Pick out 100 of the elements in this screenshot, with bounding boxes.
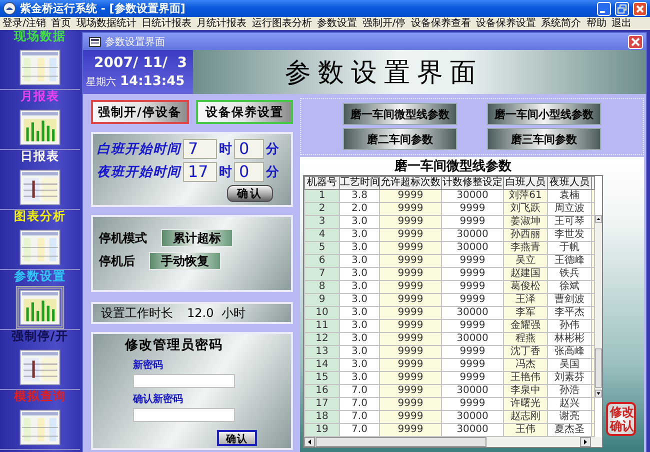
command-button[interactable]: 强制开/停设备 [91, 100, 188, 124]
restore-button[interactable] [615, 2, 629, 16]
table-cell: 9999 [442, 358, 504, 372]
column-header[interactable]: 允许超标次数 [380, 176, 442, 190]
command-button[interactable]: 设备保养设置 [196, 100, 293, 124]
save-button[interactable]: 修改确认 [606, 402, 636, 436]
menu-item[interactable]: 设备保养查看 [408, 17, 474, 30]
table-cell: 9999 [380, 228, 442, 242]
workshop-button[interactable]: 磨二车间参数 [343, 128, 457, 150]
menu-item[interactable]: 参数设置 [314, 17, 360, 30]
table-cell: 30000 [442, 190, 504, 202]
minute-field[interactable]: 0 [234, 139, 264, 159]
password-field[interactable] [133, 374, 235, 388]
menu-item[interactable]: 现场数据统计 [74, 17, 139, 30]
table-cell: 9999 [380, 372, 442, 384]
table-cell: 李军 [504, 306, 548, 320]
sidebar-label[interactable]: 现场数据 [14, 30, 66, 43]
sidebar-label[interactable]: 图表分析 [14, 210, 66, 223]
table-cell: 赵志刚 [504, 410, 548, 424]
table-cell: 9999 [380, 320, 442, 332]
mode-selector[interactable]: 累计超标 [161, 229, 233, 247]
date-text: 2007/ 11/ 3 [93, 54, 188, 72]
table-cell: 5 [304, 242, 340, 254]
page-title: 参数设置界面 [285, 56, 483, 90]
table-cell: 王伟 [504, 424, 548, 436]
confirm-button[interactable]: 确认 [217, 430, 257, 446]
time-text: 14:13:45 [120, 74, 185, 88]
sidebar-label[interactable]: 日报表 [20, 150, 60, 163]
column-header[interactable]: 夜班人员 [548, 176, 592, 190]
column-header[interactable]: 工艺时间 [340, 176, 380, 190]
column-header[interactable]: 机器号 [304, 176, 340, 190]
table-cell: 刘萍61 [504, 190, 548, 202]
menu-item[interactable]: 日统计报表 [138, 17, 194, 30]
table-cell: 9999 [380, 384, 442, 398]
password-field[interactable] [133, 408, 235, 422]
hour-field[interactable]: 7 [183, 139, 217, 159]
table-cell: 17 [304, 398, 340, 410]
table-cell: 12 [304, 332, 340, 346]
table-cell: 10 [304, 306, 340, 320]
table-cell: 沈丁香 [504, 346, 548, 358]
sidebar-label[interactable]: 参数设置 [14, 270, 66, 283]
window-icon [89, 36, 101, 46]
table-cell: 吴立 [504, 254, 548, 268]
table-cell: 30000 [442, 332, 504, 346]
field-label: 白班开始时间 [97, 141, 181, 158]
table-cell: 冯杰 [504, 358, 548, 372]
menu-item[interactable]: 强制开/停 [360, 17, 408, 30]
unit-label: 时 [219, 141, 232, 158]
table-cell: 16 [304, 384, 340, 398]
table-cell: 9999 [380, 202, 442, 216]
column-header[interactable]: 计数修整设定 [442, 176, 504, 190]
table-cell: 9999 [380, 254, 442, 268]
table-cell: 9999 [442, 294, 504, 306]
menu-item[interactable]: 设备保养设置 [473, 17, 539, 30]
table-cell: 15 [304, 372, 340, 384]
field-label: 设置工作时长 [101, 304, 173, 322]
menu-item[interactable]: 月统计报表 [194, 17, 250, 30]
table-cell: 3 [304, 216, 340, 228]
unit-label: 分 [266, 164, 279, 181]
window-title: 紫金桥运行系统 - [参数设置界面] [20, 1, 186, 16]
minimize-button[interactable] [597, 2, 611, 16]
menu-item[interactable]: 帮助 [584, 17, 609, 30]
field-label: 确认新密码 [133, 392, 184, 406]
table-cell: 9999 [442, 372, 504, 384]
close-button[interactable] [633, 2, 647, 16]
menu-item[interactable]: 首页 [48, 17, 74, 30]
table-cell: 1 [304, 190, 340, 202]
table-cell: 李泉中 [504, 384, 548, 398]
weekday-text: 星期六 [86, 76, 116, 90]
menu-item[interactable]: 运行图表分析 [249, 17, 314, 30]
workshop-button[interactable]: 磨三车间参数 [487, 128, 601, 150]
unit-label: 时 [219, 164, 232, 181]
table-cell: 2 [304, 202, 340, 216]
panel-title: 修改管理员密码 [125, 336, 224, 354]
table-cell: 刘飞跃 [504, 202, 548, 216]
hour-field[interactable]: 17 [183, 162, 217, 182]
window-title: 参数设置界面 [105, 36, 166, 48]
table-cell: 30000 [442, 242, 504, 254]
column-header[interactable]: 白班人员 [504, 176, 548, 190]
mode-selector[interactable]: 手动恢复 [149, 252, 221, 270]
menu-item[interactable]: 系统简介 [538, 17, 584, 30]
table-cell: 14 [304, 358, 340, 372]
menu-item[interactable]: 登录/注销 [0, 17, 49, 30]
table-cell: 9999 [380, 346, 442, 358]
confirm-button[interactable]: 确认 [227, 185, 273, 202]
workshop-button[interactable]: 磨一车间微型线参数 [343, 103, 457, 125]
workshop-button[interactable]: 磨一车间小型线参数 [487, 103, 601, 125]
app-icon [3, 2, 16, 15]
horizontal-scrollbar[interactable] [304, 437, 602, 447]
table-cell: 王泽 [504, 294, 548, 306]
minute-field[interactable]: 0 [234, 162, 264, 182]
table-cell: 30000 [442, 384, 504, 398]
table-cell: 李燕青 [504, 242, 548, 254]
table-cell: 9999 [380, 294, 442, 306]
table-cell: 9999 [442, 216, 504, 228]
table-cell: 9999 [380, 268, 442, 280]
close-button[interactable] [628, 34, 643, 48]
table-cell: 葛俊松 [504, 280, 548, 294]
menu-item[interactable]: 退出 [609, 17, 634, 30]
table-cell: 9999 [380, 190, 442, 202]
